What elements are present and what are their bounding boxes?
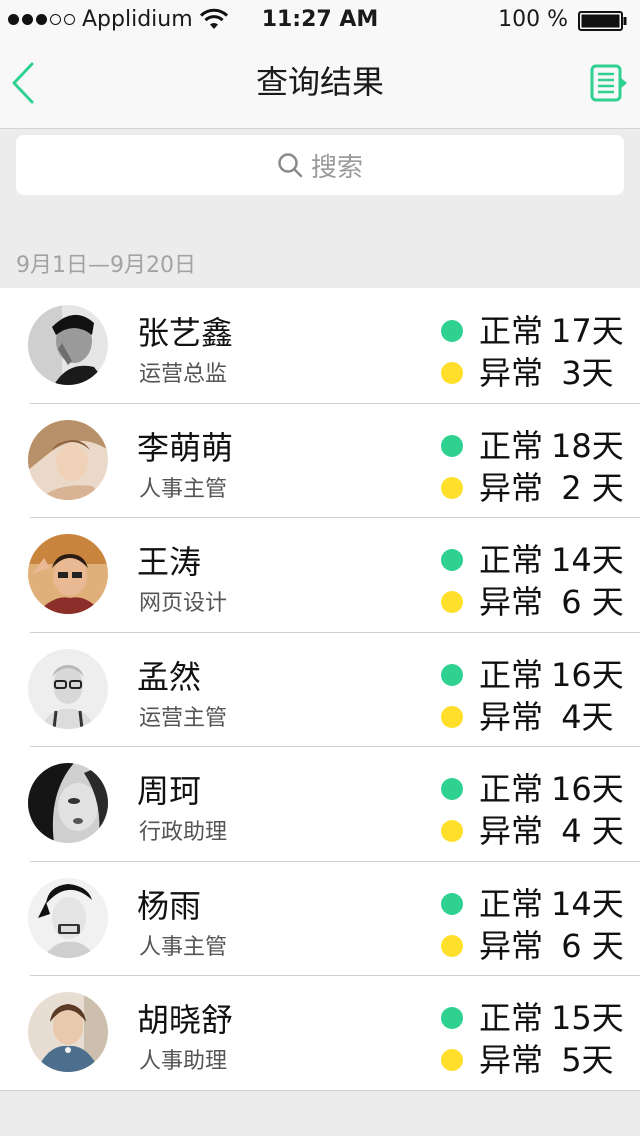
normal-status-dot (441, 434, 463, 457)
normal-days-value: 14天 (551, 884, 624, 923)
abnormal-days-stat: 异常 4天 (441, 697, 614, 737)
abnormal-label: 异常 (479, 468, 544, 507)
normal-days-stat: 正常 14天 (441, 540, 624, 580)
normal-label: 正常 (479, 770, 544, 808)
abnormal-status-dot (441, 1049, 463, 1071)
abnormal-days-value: 6 天 (551, 926, 624, 965)
abnormal-label: 异常 (479, 812, 544, 850)
abnormal-days-stat: 异常 6 天 (441, 582, 624, 622)
status-bar: Applidium 11:27 AM 100 % (0, 0, 640, 40)
battery-icon (578, 11, 627, 31)
person-role: 人事主管 (139, 934, 228, 960)
normal-days-stat: 正常 17天 (441, 311, 624, 351)
normal-label: 正常 (479, 426, 544, 465)
person-name: 王涛 (137, 543, 202, 581)
page-title: 查询结果 (255, 63, 384, 101)
normal-days-stat: 正常 18天 (441, 426, 624, 466)
abnormal-label: 异常 (479, 697, 544, 736)
list-item[interactable]: 孟然 运营主管 正常 16天 异常 4天 (0, 631, 640, 747)
normal-status-dot (441, 778, 463, 800)
normal-label: 正常 (479, 312, 544, 350)
normal-status-dot (441, 663, 463, 686)
list-item[interactable]: 杨雨 人事主管 正常 14天 异常 6 天 (0, 860, 640, 976)
abnormal-status-dot (441, 591, 463, 613)
normal-label: 正常 (479, 999, 544, 1037)
normal-days-stat: 正常 16天 (441, 655, 624, 695)
avatar (28, 419, 108, 500)
list-item[interactable]: 王涛 网页设计 正常 14天 异常 6 天 (0, 517, 640, 632)
normal-status-dot (441, 1007, 463, 1029)
normal-days-value: 18天 (551, 426, 624, 465)
abnormal-days-stat: 异常 3天 (441, 353, 614, 393)
normal-days-stat: 正常 16天 (441, 769, 624, 809)
date-range-header: 9月1日—9月20日 (16, 253, 196, 278)
person-name: 张艺鑫 (137, 314, 234, 352)
abnormal-status-dot (441, 476, 463, 499)
normal-days-value: 16天 (551, 655, 624, 694)
normal-label: 正常 (479, 655, 544, 694)
normal-days-value: 15天 (551, 999, 624, 1037)
person-name: 周珂 (137, 772, 202, 810)
avatar (28, 305, 108, 385)
person-name: 孟然 (137, 657, 202, 696)
abnormal-status-dot (441, 934, 463, 957)
avatar (28, 763, 108, 843)
battery-percentage: 100 % (498, 7, 568, 32)
abnormal-days-value: 4 天 (551, 812, 624, 850)
normal-status-dot (441, 320, 463, 342)
abnormal-days-stat: 异常 2 天 (441, 468, 624, 508)
person-role: 人事主管 (139, 476, 228, 502)
normal-status-dot (441, 549, 463, 571)
abnormal-days-value: 6 天 (551, 583, 624, 621)
person-name: 李萌萌 (137, 428, 234, 467)
person-role: 网页设计 (139, 591, 228, 616)
abnormal-status-dot (441, 705, 463, 728)
avatar (28, 648, 108, 729)
person-name: 胡晓舒 (137, 1001, 234, 1039)
normal-status-dot (441, 892, 463, 915)
abnormal-days-stat: 异常 4 天 (441, 811, 624, 851)
normal-days-value: 14天 (551, 541, 624, 579)
abnormal-days-stat: 异常 5天 (441, 1040, 614, 1080)
abnormal-days-value: 4天 (551, 697, 614, 736)
abnormal-status-dot (441, 820, 463, 842)
document-export-icon[interactable] (590, 64, 628, 102)
search-input[interactable]: 搜索 (16, 135, 624, 195)
person-role: 运营总监 (139, 362, 228, 387)
abnormal-label: 异常 (479, 926, 544, 965)
normal-days-value: 17天 (551, 312, 624, 350)
list-item[interactable]: 李萌萌 人事主管 正常 18天 异常 2 天 (0, 402, 640, 518)
avatar (28, 992, 108, 1072)
abnormal-days-value: 3天 (551, 354, 614, 392)
normal-label: 正常 (479, 541, 544, 579)
person-role: 人事助理 (139, 1049, 228, 1074)
person-name: 杨雨 (137, 886, 202, 925)
attendance-list: 张艺鑫 运营总监 正常 17天 异常 3天 李萌萌 人事主管 正常 18天 异常… (0, 288, 640, 1091)
navigation-bar: 查询结果 (0, 40, 640, 129)
normal-days-value: 16天 (551, 770, 624, 808)
abnormal-label: 异常 (479, 583, 544, 621)
list-item[interactable]: 胡晓舒 人事助理 正常 15天 异常 5天 (0, 975, 640, 1090)
normal-days-stat: 正常 14天 (441, 884, 624, 924)
abnormal-days-value: 2 天 (551, 468, 624, 507)
normal-days-stat: 正常 15天 (441, 998, 624, 1038)
abnormal-days-stat: 异常 6 天 (441, 926, 624, 966)
person-role: 运营主管 (139, 705, 228, 731)
avatar (28, 534, 108, 614)
person-role: 行政助理 (139, 820, 228, 845)
list-item[interactable]: 周珂 行政助理 正常 16天 异常 4 天 (0, 746, 640, 861)
normal-label: 正常 (479, 884, 544, 923)
list-item[interactable]: 张艺鑫 运营总监 正常 17天 异常 3天 (0, 288, 640, 403)
abnormal-label: 异常 (479, 1041, 544, 1079)
abnormal-days-value: 5天 (551, 1041, 614, 1079)
abnormal-status-dot (441, 362, 463, 384)
search-placeholder: 搜索 (310, 152, 363, 183)
abnormal-label: 异常 (479, 354, 544, 392)
search-icon (278, 153, 303, 178)
avatar (28, 877, 108, 958)
